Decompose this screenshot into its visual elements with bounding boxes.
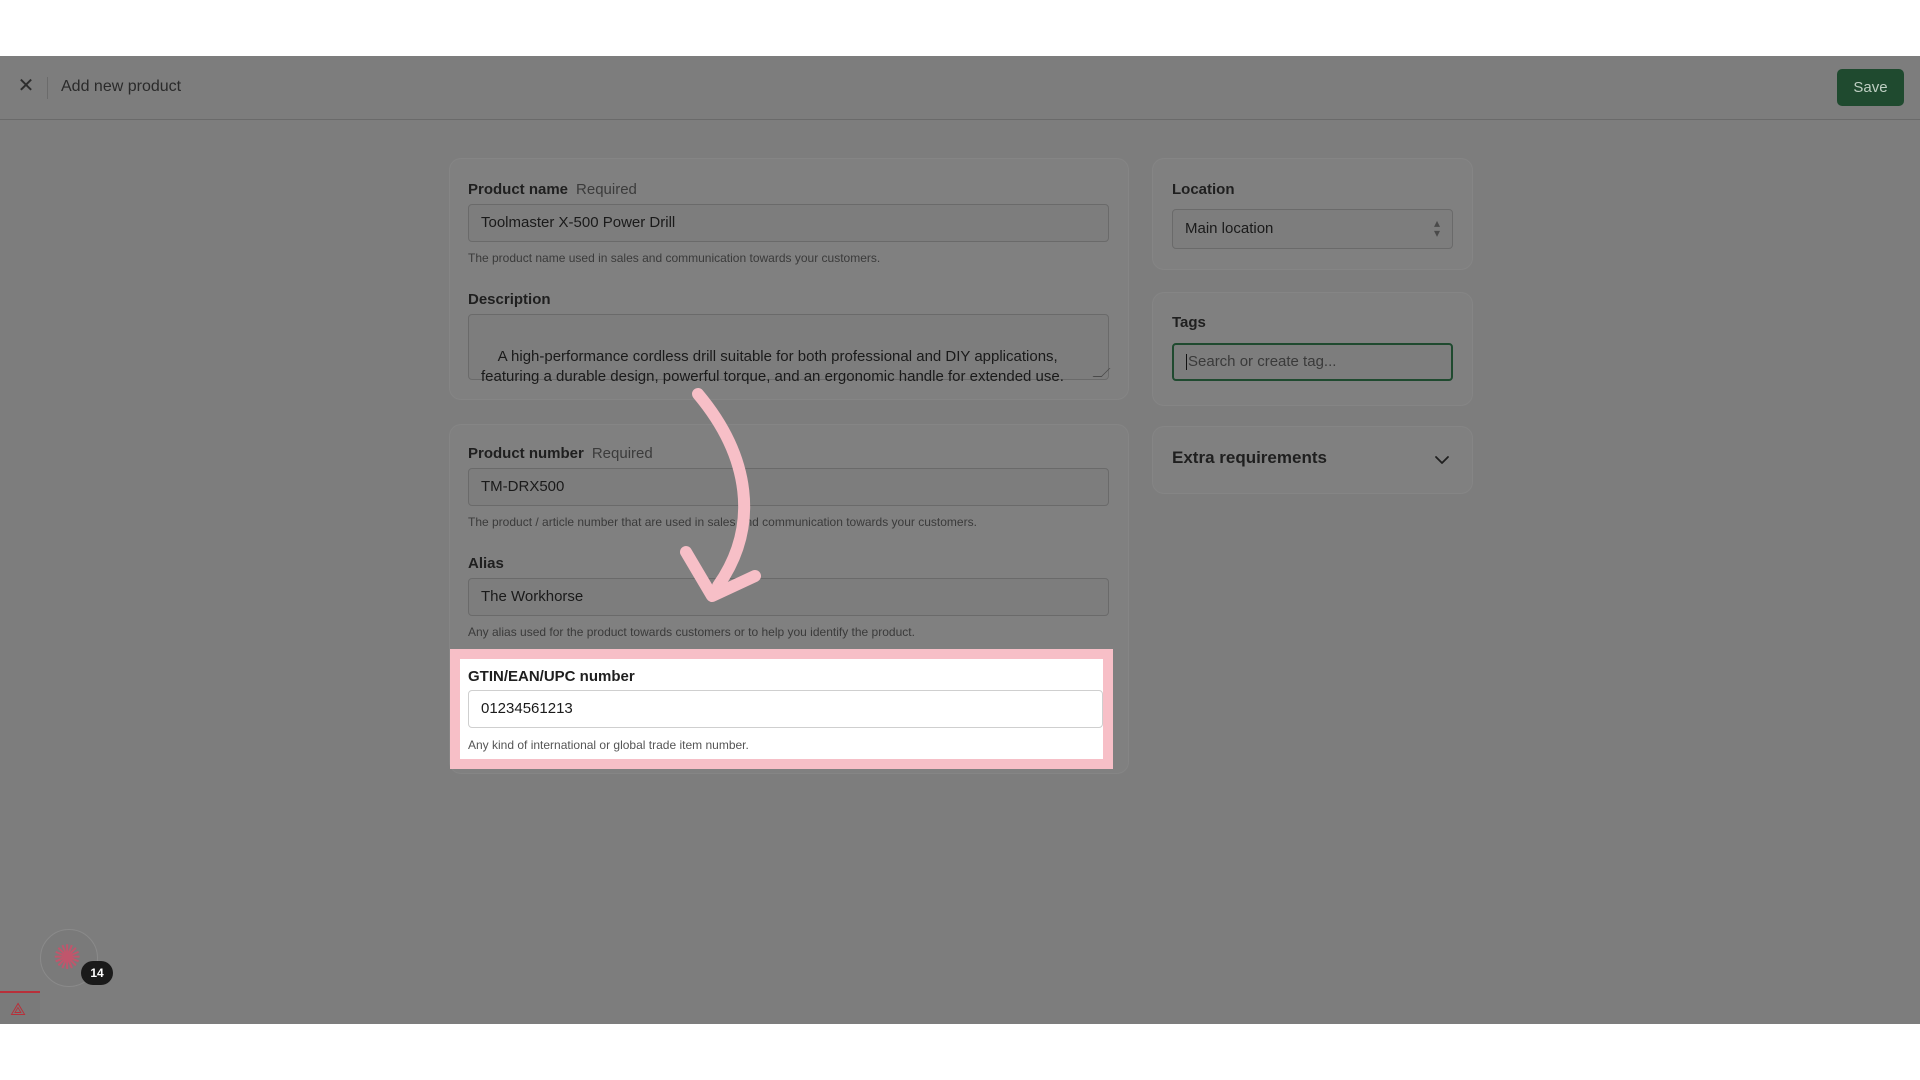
product-name-label: Product name Required <box>468 181 637 198</box>
description-text: A high-performance cordless drill suitab… <box>481 348 1064 385</box>
required-tag: Required <box>591 445 653 462</box>
gtin-section: GTIN/EAN/UPC number 01234561213 Any kind… <box>460 659 1103 759</box>
alias-input[interactable]: The Workhorse <box>468 578 1109 616</box>
product-name-label-text: Product name <box>468 181 569 198</box>
extra-requirements-title: Extra requirements <box>1172 448 1327 467</box>
divider <box>47 77 48 99</box>
product-number-label: Product number Required <box>468 445 653 462</box>
gtin-help: Any kind of international or global trad… <box>468 738 749 752</box>
product-number-help: The product / article number that are us… <box>468 515 977 529</box>
close-icon[interactable]: ✕ <box>16 76 36 96</box>
location-select[interactable]: Main location ▴ ▾ <box>1172 209 1453 249</box>
top-bar: ✕ Add new product Save <box>0 56 1920 120</box>
product-number-label-text: Product number <box>468 445 584 462</box>
product-name-input[interactable]: Toolmaster X-500 Power Drill <box>468 204 1109 242</box>
laravel-icon: ⟁ <box>10 999 27 1019</box>
notification-count-badge: 14 <box>81 961 113 985</box>
page-title: Add new product <box>61 78 182 95</box>
tags-search-input[interactable]: Search or create tag... <box>1172 343 1453 381</box>
text-caret <box>1186 354 1187 371</box>
tags-placeholder: Search or create tag... <box>1188 353 1337 370</box>
required-tag: Required <box>576 181 637 198</box>
alias-help: Any alias used for the product towards c… <box>468 625 915 639</box>
debugbar-toggle[interactable]: ⟁ <box>0 991 40 1024</box>
product-number-input[interactable]: TM-DRX500 <box>468 468 1109 506</box>
gtin-input[interactable]: 01234561213 <box>468 690 1103 728</box>
location-selected-value: Main location <box>1185 220 1274 237</box>
save-button[interactable]: Save <box>1837 69 1904 106</box>
gtin-label: GTIN/EAN/UPC number <box>468 668 635 685</box>
resize-handle-icon[interactable] <box>1092 368 1111 377</box>
chevron-down-icon[interactable] <box>1434 452 1450 468</box>
gtin-highlight-box: GTIN/EAN/UPC number 01234561213 Any kind… <box>450 649 1113 769</box>
alias-label: Alias <box>468 555 504 572</box>
chevron-up-down-icon: ▴ ▾ <box>1433 216 1440 240</box>
location-label: Location <box>1172 181 1235 198</box>
product-name-help: The product name used in sales and commu… <box>468 251 881 265</box>
app-screen: ✕ Add new product Save Product name Requi… <box>0 56 1920 1024</box>
tags-label: Tags <box>1172 314 1206 331</box>
description-label: Description <box>468 291 551 308</box>
description-textarea[interactable]: A high-performance cordless drill suitab… <box>468 314 1111 385</box>
sparkle-icon: ✺ <box>53 939 82 977</box>
